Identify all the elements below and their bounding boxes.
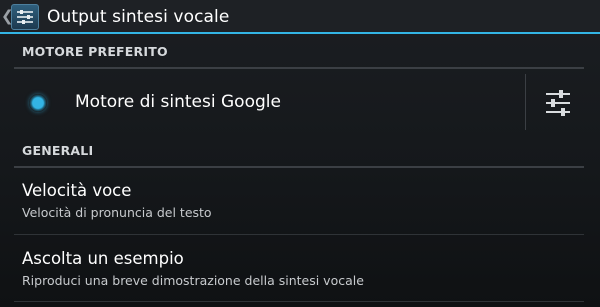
pref-title: Velocità voce <box>22 181 132 200</box>
engine-row-google[interactable]: Motore di sintesi Google <box>0 70 600 132</box>
pref-summary: Riproduci una breve dimostrazione della … <box>22 273 364 288</box>
row-divider <box>14 234 584 235</box>
pref-listen-example[interactable]: Ascolta un esempio Riproduci una breve d… <box>0 240 600 300</box>
sliders-icon <box>546 90 570 116</box>
action-bar: ❮ Output sintesi vocale <box>0 0 600 34</box>
pref-summary: Velocità di pronuncia del testo <box>22 205 212 220</box>
screen: ❮ Output sintesi vocale MOTORE PREFERITO… <box>0 0 600 307</box>
pref-speech-rate[interactable]: Velocità voce Velocità di pronuncia del … <box>0 172 600 232</box>
engine-radio-button[interactable] <box>29 94 47 112</box>
section-header-preferred-engine: MOTORE PREFERITO <box>14 44 584 69</box>
engine-settings-button[interactable] <box>540 85 576 121</box>
section-header-general: GENERALI <box>14 143 584 168</box>
vertical-divider <box>525 74 526 130</box>
engine-label: Motore di sintesi Google <box>75 92 281 112</box>
sliders-icon[interactable] <box>11 4 39 30</box>
page-title: Output sintesi vocale <box>47 7 230 27</box>
chevron-left-icon[interactable]: ❮ <box>1 7 14 25</box>
row-divider <box>14 301 584 302</box>
pref-title: Ascolta un esempio <box>22 249 184 268</box>
